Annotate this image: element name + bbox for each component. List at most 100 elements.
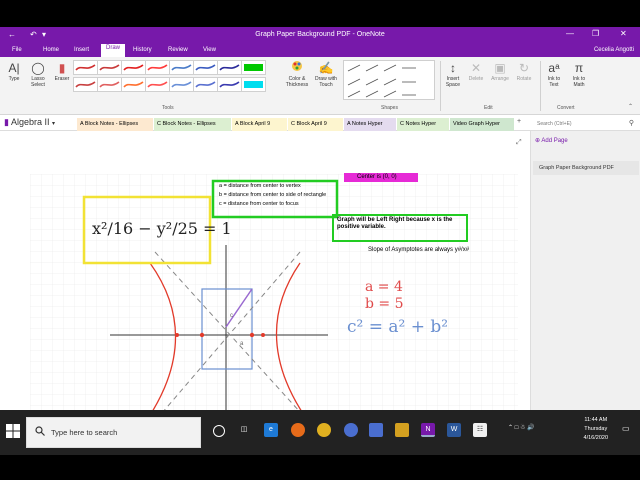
- section-tab[interactable]: C Block April 9: [288, 118, 343, 131]
- color-thickness-button[interactable]: Color & Thickness: [283, 60, 311, 88]
- window-title: Graph Paper Background PDF - OneNote: [255, 31, 385, 38]
- search-box[interactable]: Search (Ctrl+E) ⚲: [533, 118, 637, 129]
- touch-pen-icon: ✍: [318, 61, 334, 75]
- pen-swatch[interactable]: [193, 60, 218, 75]
- user-name[interactable]: Cecelia Angotti: [594, 47, 634, 53]
- hyperbola-equation: x²/16 − y²/25 = 1: [92, 219, 232, 238]
- rotate-button[interactable]: ↻ Rotate: [513, 60, 535, 82]
- clock-date: 4/16/2020: [583, 435, 608, 441]
- close-icon[interactable]: ✕: [620, 29, 627, 38]
- word-icon[interactable]: W: [447, 423, 461, 437]
- menu-file[interactable]: File: [12, 47, 22, 53]
- zoom-icon[interactable]: [344, 423, 358, 437]
- notebook-switcher[interactable]: ▮ Algebra II ▾: [4, 117, 55, 128]
- section-tab[interactable]: C Block Notes - Ellipses: [154, 118, 231, 131]
- add-page-button[interactable]: ⊕ Add Page: [535, 137, 568, 144]
- notebook-bar: ▮ Algebra II ▾ A Block Notes - Ellipses …: [0, 115, 640, 131]
- pen-swatch[interactable]: [121, 60, 146, 75]
- notifications-icon[interactable]: ▭: [622, 424, 630, 433]
- pen-swatch[interactable]: [145, 77, 170, 92]
- menu-history[interactable]: History: [133, 47, 152, 53]
- search-icon: [35, 426, 45, 436]
- eraser-label: Eraser: [54, 76, 70, 82]
- search-icon: ⚲: [628, 120, 634, 127]
- pen-swatch[interactable]: [169, 77, 194, 92]
- restore-icon[interactable]: ❐: [592, 29, 599, 38]
- shapes-gallery[interactable]: [343, 60, 435, 100]
- graph-direction-note: Graph will be Left Right because x is th…: [337, 217, 453, 230]
- notepad-icon[interactable]: ☷: [473, 423, 487, 437]
- draw-with-touch-label: Draw with Touch: [315, 76, 337, 88]
- clock[interactable]: 11:44 AM Thursday 4/16/2020: [584, 416, 608, 443]
- text-cursor-icon: A|: [8, 61, 20, 75]
- pen-swatch[interactable]: [217, 60, 242, 75]
- section-tab[interactable]: A Block Notes - Ellipses: [77, 118, 153, 131]
- pen-swatch[interactable]: [193, 77, 218, 92]
- firefox-icon[interactable]: [291, 423, 305, 437]
- insert-space-button[interactable]: ↕ Insert Space: [443, 60, 463, 88]
- pen-swatch[interactable]: [217, 77, 242, 92]
- menu-view[interactable]: View: [203, 47, 216, 53]
- chrome-icon[interactable]: [317, 423, 331, 437]
- menu-review[interactable]: Review: [168, 47, 188, 53]
- minimize-icon[interactable]: —: [566, 29, 574, 38]
- plus-icon: ⊕: [535, 138, 541, 144]
- arrange-icon: ▣: [494, 61, 506, 75]
- menu-home[interactable]: Home: [43, 47, 59, 53]
- draw-with-touch-button[interactable]: ✍ Draw with Touch: [312, 60, 340, 88]
- add-section-icon[interactable]: +: [517, 118, 521, 125]
- file-explorer-icon[interactable]: [395, 423, 409, 437]
- notebook-name: Algebra II: [10, 117, 50, 127]
- section-tab[interactable]: C Notes Hyper: [397, 118, 449, 131]
- delete-button[interactable]: ✕ Delete: [466, 60, 486, 82]
- eraser-icon: ▮: [58, 61, 66, 75]
- collapse-ribbon-icon[interactable]: ⌃: [628, 103, 633, 110]
- task-view-icon[interactable]: ◫: [237, 423, 251, 437]
- def-b: b = distance from center to side of rect…: [219, 192, 327, 198]
- pen-swatch[interactable]: [241, 77, 266, 92]
- type-tool[interactable]: A| Type: [4, 60, 24, 82]
- pen-swatch[interactable]: [169, 60, 194, 75]
- arrange-button[interactable]: ▣ Arrange: [489, 60, 511, 82]
- section-tab-active[interactable]: Video Graph Hyper: [450, 118, 514, 131]
- pages-panel: ⊕ Add Page Graph Paper Background PDF: [530, 131, 640, 410]
- onenote-taskbar-icon[interactable]: N: [421, 423, 435, 437]
- pen-swatch[interactable]: [145, 60, 170, 75]
- menu-insert[interactable]: Insert: [74, 47, 89, 53]
- taskbar: Type here to search ◫ e N W ☷ ⌃ □ ☃ 🔊 11…: [0, 410, 640, 455]
- onenote-window: ← ↶ ▾ Graph Paper Background PDF - OneNo…: [0, 27, 640, 410]
- eraser-tool[interactable]: ▮ Eraser: [52, 60, 72, 82]
- menu-draw[interactable]: Draw: [101, 44, 126, 57]
- a-value: a = 4: [365, 279, 403, 295]
- pen-swatch[interactable]: [73, 60, 98, 75]
- pen-swatch[interactable]: [241, 60, 266, 75]
- pen-swatch[interactable]: [121, 77, 146, 92]
- pen-swatch[interactable]: [73, 77, 98, 92]
- notebook-icon: ▮: [4, 117, 9, 127]
- draw-ribbon: A| Type ◯ Lasso Select ▮ Eraser Color & …: [0, 57, 640, 115]
- lasso-select-tool[interactable]: ◯ Lasso Select: [27, 60, 49, 88]
- clock-time: 11:44 AM: [584, 417, 608, 423]
- system-tray-icons[interactable]: ⌃ □ ☃ 🔊: [508, 424, 535, 431]
- search-placeholder: Search (Ctrl+E): [537, 121, 572, 127]
- arrange-label: Arrange: [491, 76, 509, 82]
- ink-to-text-button[interactable]: aᵃ Ink to Text: [543, 60, 565, 88]
- insert-space-icon: ↕: [450, 61, 456, 75]
- page-item[interactable]: Graph Paper Background PDF: [533, 161, 639, 175]
- section-tab[interactable]: A Block April 9: [232, 118, 287, 131]
- cortana-icon[interactable]: [213, 425, 225, 437]
- page-canvas[interactable]: a c Center is (0, 0) a = distance from c…: [0, 131, 530, 410]
- pen-swatch[interactable]: [97, 60, 122, 75]
- lasso-icon: ◯: [31, 61, 45, 75]
- palette-icon: [283, 60, 311, 76]
- section-tab[interactable]: A Notes Hyper: [344, 118, 396, 131]
- expand-icon[interactable]: ⤢: [516, 139, 522, 147]
- windows-start-icon[interactable]: [6, 424, 20, 438]
- ink-to-math-button[interactable]: π Ink to Math: [568, 60, 590, 88]
- edge-icon[interactable]: e: [264, 423, 278, 437]
- def-a: a = distance from center to vertex: [219, 183, 301, 189]
- calendar-icon[interactable]: [369, 423, 383, 437]
- pen-swatch[interactable]: [97, 77, 122, 92]
- def-c: c = distance from center to focus: [219, 201, 299, 207]
- taskbar-search[interactable]: Type here to search: [26, 417, 201, 448]
